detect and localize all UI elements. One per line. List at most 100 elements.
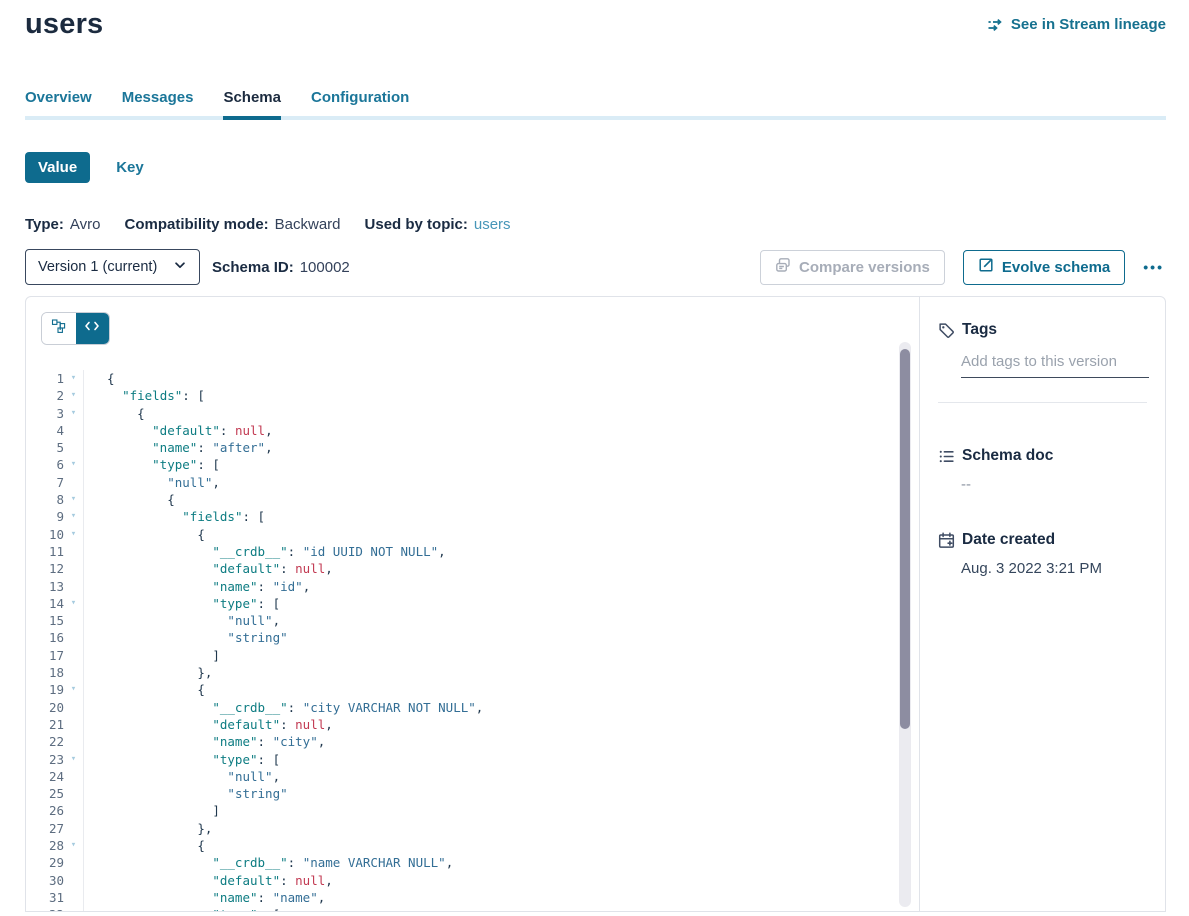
- line-number: 26: [26, 802, 64, 819]
- line-number: 16: [26, 629, 64, 646]
- compare-versions-button[interactable]: Compare versions: [760, 250, 945, 285]
- fold-toggle-icon[interactable]: ▾: [64, 370, 83, 387]
- code-text: "default": null,: [83, 716, 919, 733]
- code-text: {: [83, 370, 919, 387]
- code-line: 32▾ "type": [: [26, 906, 919, 911]
- fold-spacer: [64, 699, 83, 716]
- stream-lineage-icon: [986, 17, 1004, 33]
- date-created-value: Aug. 3 2022 3:21 PM: [961, 560, 1155, 577]
- code-text: "string": [83, 629, 919, 646]
- code-text: "__crdb__": "name VARCHAR NULL",: [83, 854, 919, 871]
- code-line: 2▾ "fields": [: [26, 387, 919, 404]
- type-value: Avro: [70, 216, 101, 233]
- code-text: "type": [: [83, 456, 919, 473]
- fold-toggle-icon[interactable]: ▾: [64, 526, 83, 543]
- line-number: 19: [26, 681, 64, 698]
- fold-spacer: [64, 578, 83, 595]
- tab-messages[interactable]: Messages: [122, 89, 194, 116]
- more-actions-button[interactable]: •••: [1141, 255, 1166, 279]
- fold-spacer: [64, 785, 83, 802]
- code-text: "type": [: [83, 595, 919, 612]
- add-tags-input[interactable]: [961, 353, 1149, 378]
- fold-spacer: [64, 439, 83, 456]
- value-schema-button[interactable]: Value: [25, 152, 90, 183]
- code-text: },: [83, 820, 919, 837]
- line-number: 13: [26, 578, 64, 595]
- version-select[interactable]: Version 1 (current): [25, 249, 200, 285]
- code-line: 8▾ {: [26, 491, 919, 508]
- code-text: "name": "name",: [83, 889, 919, 906]
- version-select-value: Version 1 (current): [38, 259, 157, 275]
- compat-label: Compatibility mode:: [124, 216, 268, 233]
- meta-topic: Used by topic: users: [365, 216, 511, 233]
- code-text: "__crdb__": "id UUID NOT NULL",: [83, 543, 919, 560]
- code-line: 28▾ {: [26, 837, 919, 854]
- code-line: 12 "default": null,: [26, 560, 919, 577]
- code-line: 7 "null",: [26, 474, 919, 491]
- line-number: 15: [26, 612, 64, 629]
- line-number: 9: [26, 508, 64, 525]
- fold-toggle-icon[interactable]: ▾: [64, 387, 83, 404]
- line-number: 18: [26, 664, 64, 681]
- line-number: 4: [26, 422, 64, 439]
- fold-toggle-icon[interactable]: ▾: [64, 456, 83, 473]
- calendar-plus-icon: [938, 532, 955, 549]
- line-number: 24: [26, 768, 64, 785]
- tab-bar-wrap: Overview Messages Schema Configuration: [25, 89, 1166, 116]
- fold-toggle-icon[interactable]: ▾: [64, 491, 83, 508]
- fold-spacer: [64, 612, 83, 629]
- evolve-schema-button[interactable]: Evolve schema: [963, 250, 1125, 285]
- code-line: 11 "__crdb__": "id UUID NOT NULL",: [26, 543, 919, 560]
- code-line: 23▾ "type": [: [26, 751, 919, 768]
- see-in-stream-lineage-link[interactable]: See in Stream lineage: [986, 16, 1166, 33]
- fold-toggle-icon[interactable]: ▾: [64, 595, 83, 612]
- tag-icon: [938, 322, 955, 339]
- fold-toggle-icon[interactable]: ▾: [64, 906, 83, 911]
- tab-configuration[interactable]: Configuration: [311, 89, 409, 116]
- code-line: 17 ]: [26, 647, 919, 664]
- used-by-topic-link[interactable]: users: [474, 216, 511, 233]
- code-line: 4 "default": null,: [26, 422, 919, 439]
- code-scrollbar-thumb[interactable]: [900, 349, 910, 729]
- fold-toggle-icon[interactable]: ▾: [64, 508, 83, 525]
- line-number: 3: [26, 405, 64, 422]
- tree-view-button[interactable]: [42, 313, 76, 344]
- code-text: "type": [: [83, 751, 919, 768]
- edit-box-icon: [978, 257, 994, 277]
- code-line: 5 "name": "after",: [26, 439, 919, 456]
- fold-spacer: [64, 647, 83, 664]
- code-view-button[interactable]: [76, 313, 110, 344]
- code-text: "default": null,: [83, 560, 919, 577]
- fold-toggle-icon[interactable]: ▾: [64, 837, 83, 854]
- code-line: 30 "default": null,: [26, 872, 919, 889]
- fold-spacer: [64, 733, 83, 750]
- tab-overview[interactable]: Overview: [25, 89, 92, 116]
- key-schema-button[interactable]: Key: [116, 152, 144, 183]
- code-text: "fields": [: [83, 508, 919, 525]
- schema-code-area: 1▾{2▾ "fields": [3▾ {4 "default": null,5…: [26, 297, 919, 911]
- schema-panel: 1▾{2▾ "fields": [3▾ {4 "default": null,5…: [25, 296, 1166, 912]
- page-title: users: [25, 8, 103, 41]
- schema-doc-value: --: [961, 476, 1155, 493]
- tab-schema[interactable]: Schema: [223, 89, 281, 116]
- code-text: "type": [: [83, 906, 919, 911]
- code-text: "name": "id",: [83, 578, 919, 595]
- code-line: 16 "string": [26, 629, 919, 646]
- code-line: 15 "null",: [26, 612, 919, 629]
- line-number: 6: [26, 456, 64, 473]
- code-line: 22 "name": "city",: [26, 733, 919, 750]
- schema-doc-heading: Schema doc: [962, 447, 1053, 465]
- fold-toggle-icon[interactable]: ▾: [64, 751, 83, 768]
- fold-spacer: [64, 872, 83, 889]
- code-line: 14▾ "type": [: [26, 595, 919, 612]
- code-scrollbar-track[interactable]: [899, 342, 911, 907]
- fold-toggle-icon[interactable]: ▾: [64, 405, 83, 422]
- fold-spacer: [64, 716, 83, 733]
- code-text: "null",: [83, 612, 919, 629]
- code-text: "string": [83, 785, 919, 802]
- code-line: 3▾ {: [26, 405, 919, 422]
- fold-toggle-icon[interactable]: ▾: [64, 681, 83, 698]
- evolve-schema-label: Evolve schema: [1002, 259, 1110, 276]
- line-number: 25: [26, 785, 64, 802]
- code-line: 24 "null",: [26, 768, 919, 785]
